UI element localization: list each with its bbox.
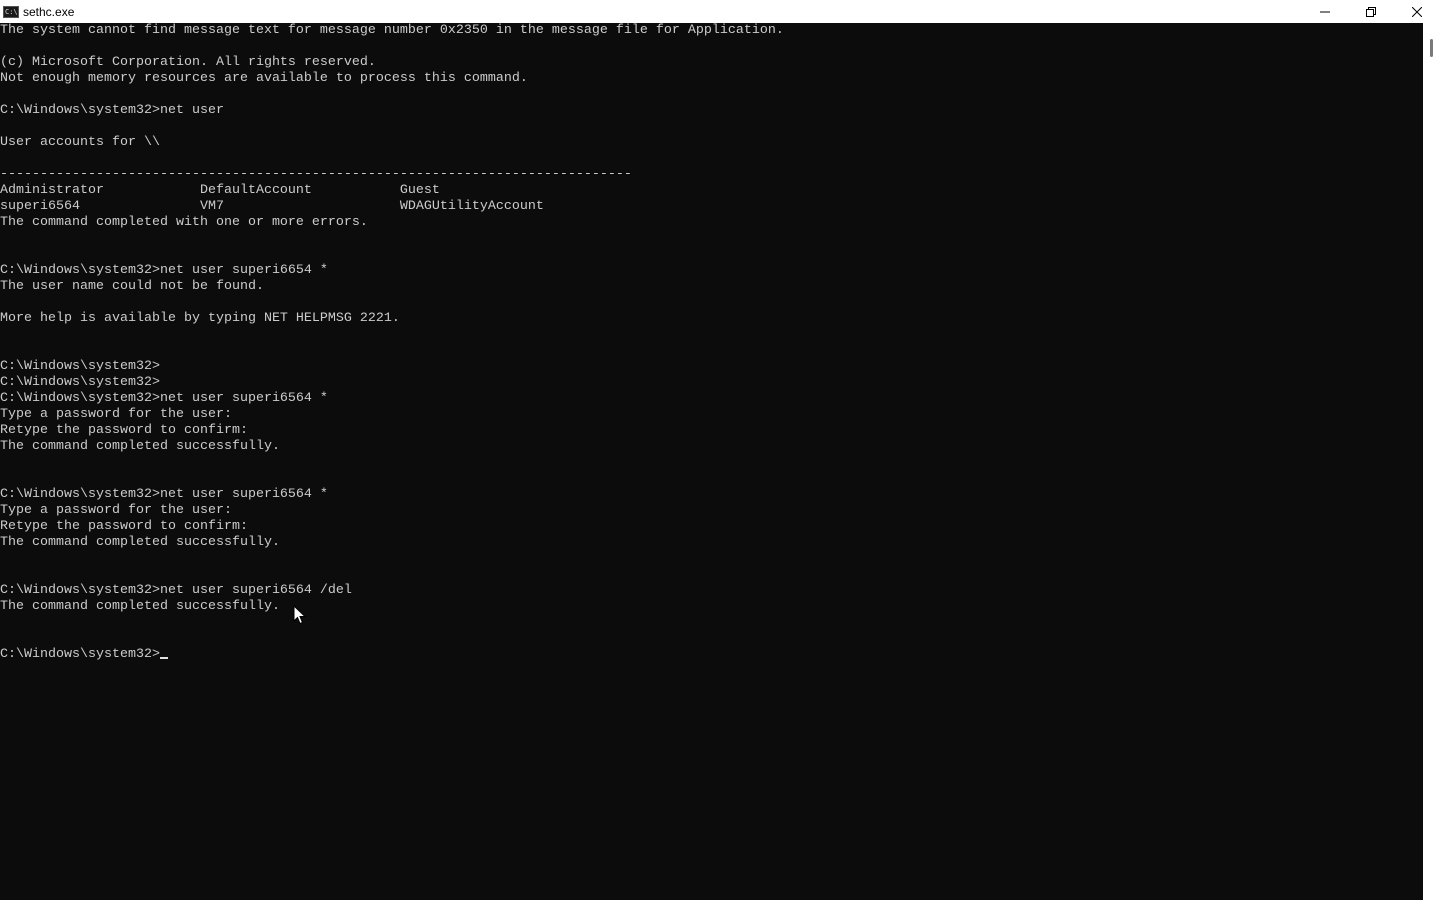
console-line: C:\Windows\system32>net user superi6564 … [0,583,352,598]
console-line: C:\Windows\system32>net user superi6564 … [0,487,328,502]
console-line: Type a password for the user: [0,407,232,422]
console-line: The command completed with one or more e… [0,215,368,230]
console-line: The user name could not be found. [0,279,264,294]
close-icon [1412,6,1422,17]
console-line: Type a password for the user: [0,503,232,518]
console-app-icon[interactable]: C:\ [3,5,19,18]
console-line: C:\Windows\system32>net user superi6654 … [0,263,328,278]
console-line: C:\Windows\system32>net user [0,103,224,118]
minimize-icon [1320,11,1330,12]
console-line: superi6564 VM7 WDAGUtilityAccount [0,199,544,214]
console-line: ----------------------------------------… [0,167,632,182]
console-line: The command completed successfully. [0,439,280,454]
scrollbar-thumb[interactable] [1430,39,1433,57]
console-line: Retype the password to confirm: [0,423,248,438]
console-text: The system cannot find message text for … [0,23,784,663]
console-line: The command completed successfully. [0,599,280,614]
mouse-pointer-icon [293,605,306,625]
console-output-area[interactable]: The system cannot find message text for … [0,23,1423,900]
close-button[interactable] [1394,0,1440,23]
console-line: C:\Windows\system32> [0,359,160,374]
console-line: C:\Windows\system32> [0,375,160,390]
console-line: C:\Windows\system32>net user superi6564 … [0,391,328,406]
window-title: sethc.exe [23,4,75,19]
console-line: The system cannot find message text for … [0,23,784,38]
text-cursor [159,657,168,659]
restore-icon [1366,6,1376,17]
console-line: C:\Windows\system32> [0,647,784,663]
console-line: More help is available by typing NET HEL… [0,311,400,326]
console-line: The command completed successfully. [0,535,280,550]
console-line: (c) Microsoft Corporation. All rights re… [0,55,376,70]
console-line: Administrator DefaultAccount Guest [0,183,440,198]
window-controls [1302,0,1440,23]
minimize-button[interactable] [1302,0,1348,23]
title-bar[interactable]: C:\ sethc.exe [0,0,1440,23]
vertical-scrollbar[interactable] [1423,23,1440,900]
cmd-window: C:\ sethc.exe The system cannot find mes… [0,0,1440,900]
console-line: Not enough memory resources are availabl… [0,71,528,86]
restore-button[interactable] [1348,0,1394,23]
console-line: User accounts for \\ [0,135,160,150]
console-line: Retype the password to confirm: [0,519,248,534]
